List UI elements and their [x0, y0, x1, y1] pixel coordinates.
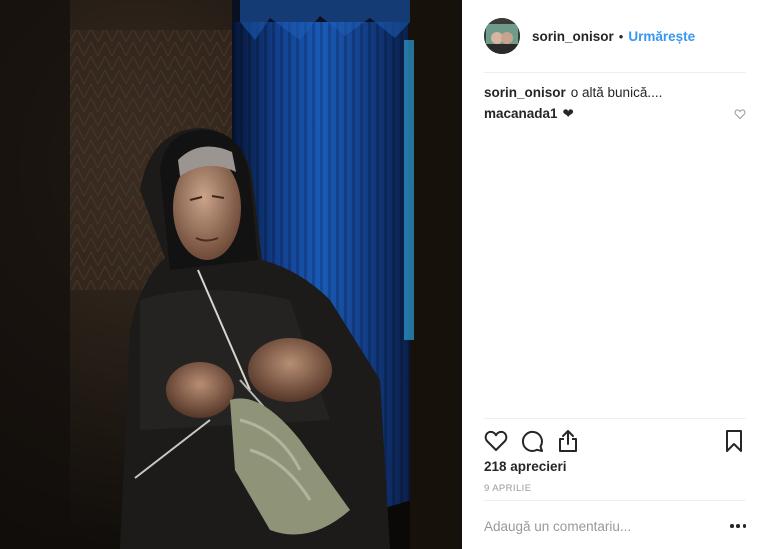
header-divider — [484, 72, 746, 73]
comment-item: macanada1 ❤ — [484, 103, 746, 124]
caption: sorin_onisor o altă bunică.... — [484, 82, 746, 103]
add-comment-form — [484, 513, 746, 539]
photo-elderly-woman-knitting — [0, 0, 462, 549]
post-dialog: sorin_onisor • Urmărește sorin_onisor o … — [0, 0, 768, 549]
header-separator: • — [618, 28, 624, 44]
comment-icon[interactable] — [520, 429, 544, 453]
comment-username[interactable]: macanada1 — [484, 103, 558, 124]
follow-button[interactable]: Urmărește — [628, 29, 695, 44]
post-photo[interactable] — [0, 0, 462, 549]
comment-input[interactable] — [484, 518, 704, 534]
post-header: sorin_onisor • Urmărește — [484, 18, 746, 54]
author-avatar[interactable] — [484, 18, 520, 54]
actions-divider — [484, 418, 746, 419]
post-sidebar: sorin_onisor • Urmărește sorin_onisor o … — [462, 0, 768, 549]
bookmark-icon[interactable] — [722, 429, 746, 453]
comments-list: sorin_onisor o altă bunică.... macanada1… — [484, 82, 746, 124]
author-username[interactable]: sorin_onisor — [532, 29, 614, 44]
heart-icon[interactable] — [484, 429, 508, 453]
caption-text: o altă bunică.... — [570, 85, 663, 100]
post-date: 9 APRILIE — [484, 483, 532, 494]
caption-username[interactable]: sorin_onisor — [484, 82, 566, 103]
share-icon[interactable] — [556, 429, 580, 453]
comment-divider — [484, 500, 746, 501]
likes-count[interactable]: 218 aprecieri — [484, 459, 567, 474]
comment-like-heart-icon[interactable] — [734, 108, 746, 120]
more-options-icon[interactable] — [730, 523, 746, 529]
action-bar — [484, 428, 746, 454]
comment-text: ❤ — [562, 106, 574, 121]
